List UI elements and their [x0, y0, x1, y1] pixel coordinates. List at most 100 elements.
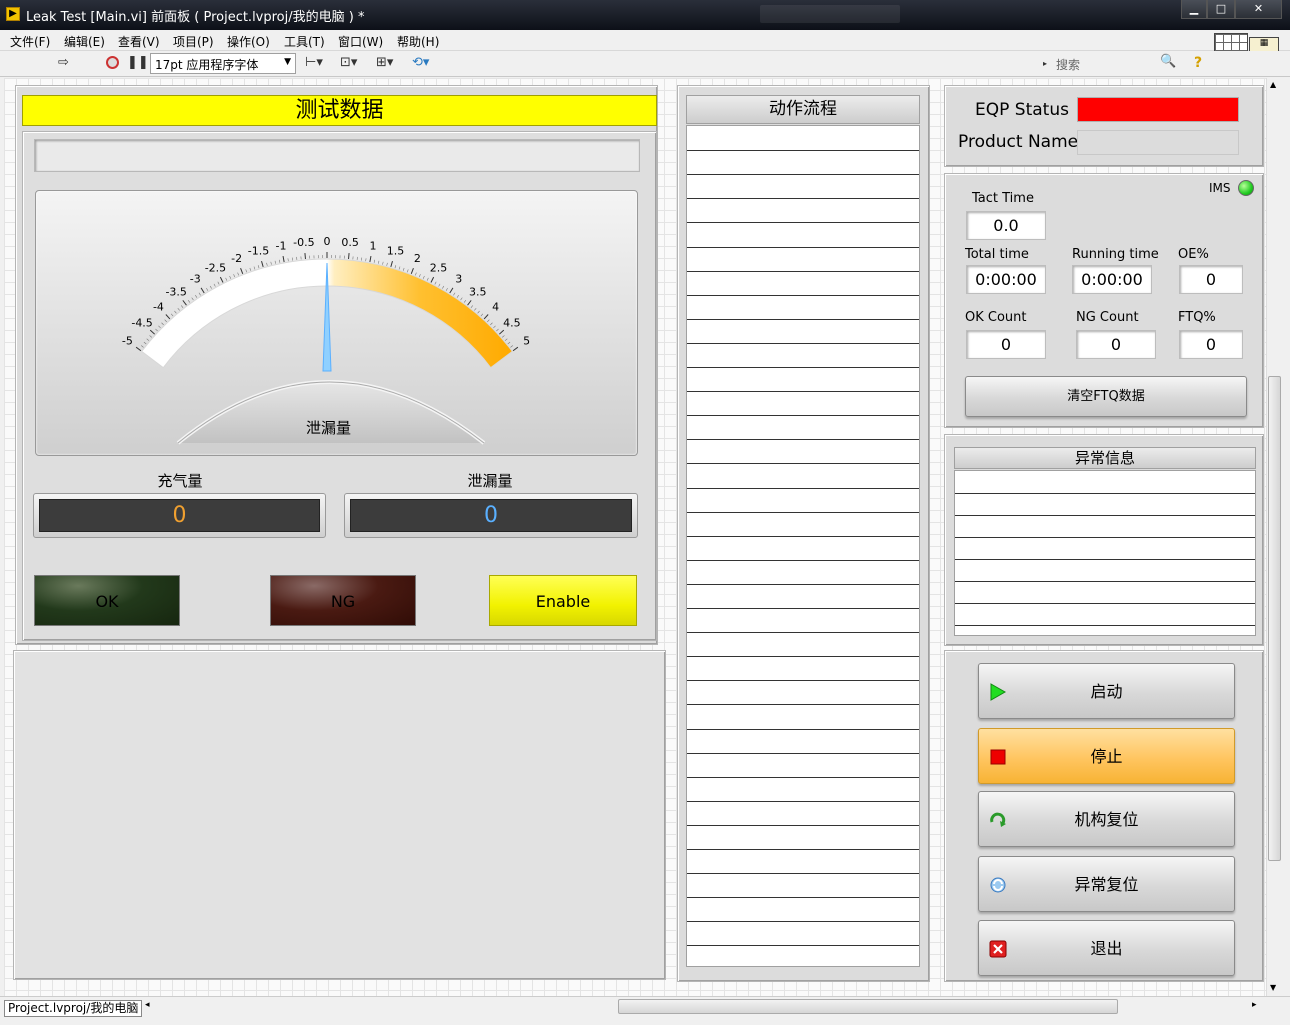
scroll-up-icon[interactable]: ▲ — [1270, 80, 1276, 89]
gauge-tick-label: -5 — [122, 335, 133, 348]
gauge-minor-tick — [438, 283, 441, 287]
gauge-tick-label: 3.5 — [469, 286, 487, 299]
font-select[interactable]: 17pt 应用程序字体 ▼ — [150, 53, 296, 74]
abort-icon[interactable] — [106, 56, 119, 69]
resize-objects-icon[interactable]: ⊞▾ — [376, 55, 393, 70]
exit-button[interactable]: 退出 — [978, 920, 1235, 976]
vertical-scrollbar[interactable]: ▲ ▼ — [1266, 78, 1282, 996]
gauge-minor-tick — [180, 305, 184, 308]
gauge-tick — [149, 329, 156, 335]
action-flow-row-divider — [687, 391, 919, 393]
run-arrow-icon[interactable]: ⇨ — [58, 55, 69, 70]
action-flow-row-divider — [687, 583, 919, 585]
menu-edit[interactable]: 编辑(E) — [64, 33, 105, 50]
distribute-objects-icon[interactable]: ⊡▾ — [340, 55, 357, 70]
gauge-minor-tick — [209, 285, 212, 289]
search-icon[interactable]: 🔍 — [1160, 54, 1176, 69]
gauge-minor-tick — [422, 275, 425, 279]
start-button-label: 启动 — [1090, 682, 1123, 701]
gauge-minor-tick — [386, 262, 388, 266]
scroll-left-icon[interactable]: ◂ — [145, 1000, 150, 1010]
start-button[interactable]: 启动 — [978, 663, 1235, 719]
ims-label: IMS — [1209, 181, 1231, 195]
scroll-right-icon[interactable]: ▸ — [1252, 1000, 1257, 1010]
gauge-minor-tick — [191, 297, 194, 301]
gauge-tick — [512, 346, 519, 352]
reorder-icon[interactable]: ⟲▾ — [412, 55, 429, 70]
search-expand-icon[interactable]: ▸ — [1043, 59, 1047, 68]
action-flow-row-divider — [687, 246, 919, 248]
gauge-tick-label: 2.5 — [430, 261, 448, 274]
action-flow-row-divider — [687, 800, 919, 802]
gauge-tick-label: -2 — [231, 252, 242, 265]
alarm-title: 异常信息 — [954, 447, 1256, 469]
alarm-row-divider — [955, 625, 1255, 626]
gauge-minor-tick — [493, 325, 496, 329]
scroll-down-icon[interactable]: ▼ — [1270, 983, 1276, 992]
action-flow-listbox[interactable] — [686, 125, 920, 967]
help-icon[interactable]: ? — [1194, 55, 1202, 71]
total-time-value: 0:00:00 — [966, 265, 1046, 294]
gauge-tick-label: -4 — [153, 300, 164, 313]
alarm-listbox[interactable] — [954, 470, 1256, 636]
horizontal-scroll-thumb[interactable] — [618, 999, 1118, 1014]
gauge-minor-tick — [158, 325, 161, 329]
product-name-value — [1077, 130, 1239, 155]
pause-icon[interactable]: ❚❚ — [127, 55, 149, 70]
gauge-minor-tick — [470, 305, 474, 308]
gauge-tick — [483, 314, 489, 320]
action-flow-row-divider — [687, 487, 919, 489]
gauge-tick-label: 2 — [414, 252, 421, 265]
action-flow-title: 动作流程 — [686, 95, 920, 124]
close-button[interactable]: ✕ — [1235, 0, 1282, 19]
action-flow-row-divider — [687, 559, 919, 561]
ok-count-label: OK Count — [965, 310, 1027, 325]
action-flow-row-divider — [687, 873, 919, 875]
tact-time-label: Tact Time — [972, 191, 1034, 206]
title-bar: ▶ Leak Test [Main.vi] 前面板 ( Project.lvpr… — [0, 0, 1290, 30]
gauge-tick-label: 4 — [492, 300, 499, 313]
action-flow-row-divider — [687, 632, 919, 634]
gauge-minor-tick — [460, 297, 463, 301]
clear-ftq-button[interactable]: 清空FTQ数据 — [965, 376, 1247, 417]
gauge-minor-tick — [382, 261, 384, 265]
gauge-tick — [240, 267, 244, 274]
action-flow-row-divider — [687, 198, 919, 200]
menu-project[interactable]: 项目(P) — [173, 33, 214, 50]
alarm-row-divider — [955, 493, 1255, 494]
action-flow-row-divider — [687, 704, 919, 706]
gauge-minor-tick — [233, 274, 236, 278]
alarm-reset-button[interactable]: 异常复位 — [978, 856, 1235, 912]
align-objects-icon[interactable]: ⊢▾ — [305, 55, 323, 70]
alarm-row-divider — [955, 537, 1255, 538]
eqp-status-label: EQP Status — [975, 100, 1069, 120]
minimize-button[interactable]: ▁ — [1181, 0, 1207, 19]
action-flow-row-divider — [687, 150, 919, 152]
gauge-minor-tick — [507, 341, 511, 345]
ng-count-label: NG Count — [1076, 310, 1139, 325]
menu-help[interactable]: 帮助(H) — [397, 33, 439, 50]
gauge-minor-tick — [217, 281, 220, 285]
maximize-button[interactable]: □ — [1207, 0, 1235, 19]
gauge-tick-label: -1.5 — [248, 245, 269, 258]
stop-button-label: 停止 — [1090, 747, 1123, 766]
gauge-minor-tick — [394, 265, 397, 269]
gauge-tick-label: -0.5 — [293, 236, 314, 249]
menu-tools[interactable]: 工具(T) — [284, 33, 325, 50]
menu-window[interactable]: 窗口(W) — [338, 33, 383, 50]
ok-count-value: 0 — [966, 330, 1046, 359]
gauge-tick-label: 0 — [324, 235, 331, 248]
action-flow-row-divider — [687, 921, 919, 923]
home-reset-button[interactable]: 机构复位 — [978, 791, 1235, 847]
menu-operate[interactable]: 操作(O) — [227, 33, 270, 50]
stop-button[interactable]: 停止 — [978, 728, 1235, 784]
gauge-minor-tick — [213, 283, 216, 287]
action-flow-row-divider — [687, 608, 919, 609]
menu-view[interactable]: 查看(V) — [118, 33, 160, 50]
gauge-tick — [369, 255, 372, 263]
gauge-tick — [165, 314, 171, 320]
vertical-scroll-thumb[interactable] — [1268, 376, 1281, 861]
menu-file[interactable]: 文件(F) — [10, 33, 50, 50]
gauge-minor-tick — [480, 313, 484, 317]
ng-count-value: 0 — [1076, 330, 1156, 359]
